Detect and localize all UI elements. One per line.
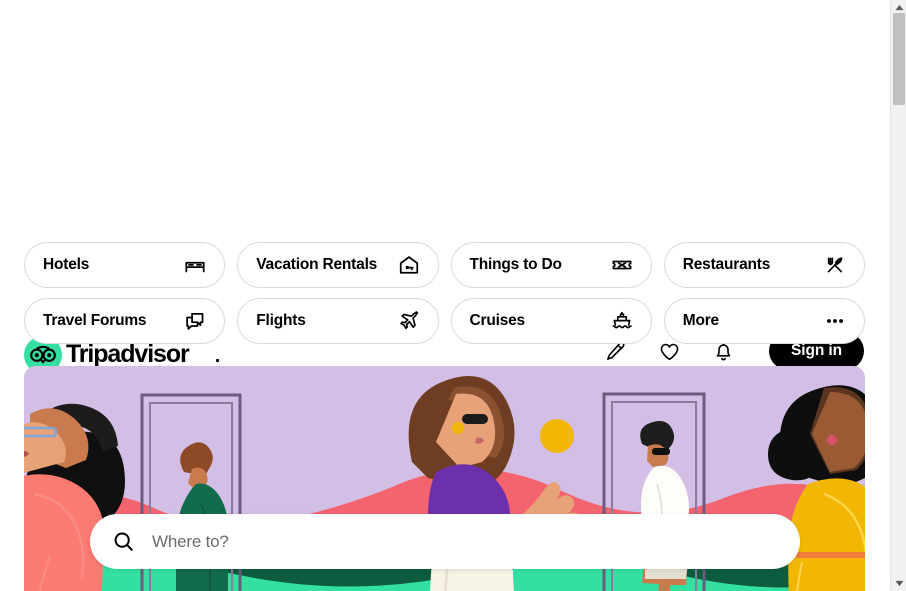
bed-icon (183, 253, 207, 277)
nav-label: Vacation Rentals (256, 256, 378, 273)
nav-item-travel-forums[interactable]: Travel Forums (24, 298, 226, 344)
site-header: Tripadvisor Sign in (0, 160, 890, 374)
category-nav: Hotels Vacation Rentals Things to Do Res… (24, 242, 865, 344)
nav-label: Restaurants (682, 256, 771, 273)
nav-label: Cruises (469, 312, 526, 329)
scrollbar-thumb[interactable] (893, 13, 905, 105)
nav-item-things-to-do[interactable]: Things to Do (450, 242, 652, 288)
airplane-icon (397, 309, 421, 333)
tripadvisor-homepage: Tripadvisor Sign in Hotels Vacation Rent… (0, 0, 890, 591)
nav-item-flights[interactable]: Flights (237, 298, 439, 344)
nav-label: More (682, 312, 719, 329)
chat-bubbles-icon (183, 309, 207, 333)
search-input[interactable] (152, 531, 772, 552)
cruise-ship-icon (610, 309, 634, 333)
nav-item-cruises[interactable]: Cruises (450, 298, 652, 344)
nav-item-restaurants[interactable]: Restaurants (663, 242, 865, 288)
search-icon (112, 530, 135, 553)
nav-item-more[interactable]: More (663, 298, 865, 344)
destination-search-bar[interactable] (90, 514, 800, 569)
browser-viewport: Tripadvisor Sign in Hotels Vacation Rent… (0, 0, 906, 591)
nav-item-vacation-rentals[interactable]: Vacation Rentals (237, 242, 439, 288)
nav-label: Hotels (43, 256, 90, 273)
nav-label: Things to Do (469, 256, 563, 273)
fork-knife-icon (823, 253, 847, 277)
ticket-icon (610, 253, 634, 277)
nav-label: Travel Forums (43, 312, 147, 329)
svg-text:Tripadvisor: Tripadvisor (66, 340, 190, 368)
vertical-scrollbar[interactable] (890, 0, 906, 591)
nav-label: Flights (256, 312, 306, 329)
nav-item-hotels[interactable]: Hotels (24, 242, 226, 288)
caret-down-icon[interactable] (891, 576, 906, 591)
ellipsis-icon (823, 309, 847, 333)
house-key-icon (397, 253, 421, 277)
